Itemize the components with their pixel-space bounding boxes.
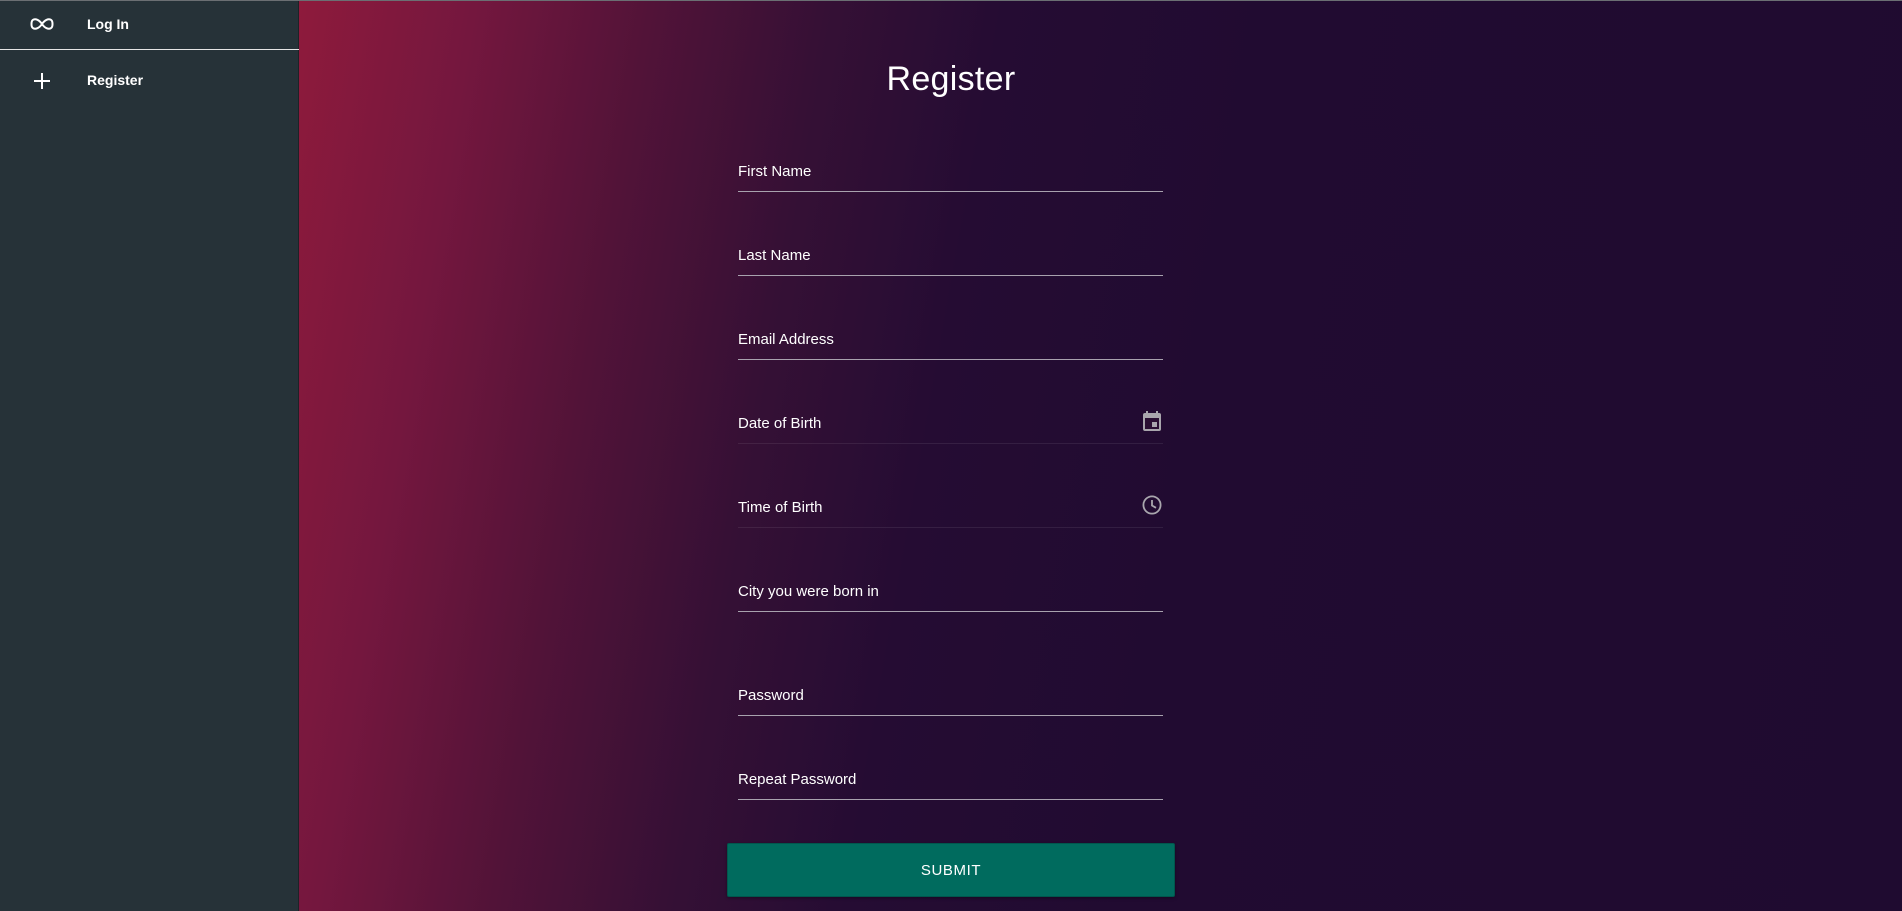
- field-underline: [738, 611, 1163, 612]
- time-of-birth-field[interactable]: Time of Birth: [738, 494, 1163, 528]
- first-name-field[interactable]: First Name: [738, 158, 1163, 192]
- last-name-field[interactable]: Last Name: [738, 242, 1163, 276]
- sidebar-item-log-in[interactable]: Log In: [0, 0, 298, 49]
- calendar-icon[interactable]: [1141, 410, 1163, 432]
- window-top-border: [0, 0, 1902, 1]
- field-underline: [738, 359, 1163, 360]
- repeat-password-label: Repeat Password: [738, 771, 857, 788]
- infinity-icon: [28, 10, 56, 38]
- plus-icon: [28, 67, 56, 95]
- email-label: Email Address: [738, 331, 834, 348]
- last-name-label: Last Name: [738, 247, 811, 264]
- password-field[interactable]: Password: [738, 682, 1163, 716]
- page-title: Register: [886, 60, 1016, 98]
- sidebar-item-label: Register: [87, 72, 144, 88]
- field-underline: [738, 799, 1163, 800]
- clock-icon[interactable]: [1141, 494, 1163, 516]
- field-underline: [738, 191, 1163, 192]
- field-underline: [738, 527, 1163, 528]
- field-underline: [738, 443, 1163, 444]
- sidebar: Log In Register: [0, 0, 299, 911]
- date-of-birth-field[interactable]: Date of Birth: [738, 410, 1163, 444]
- field-underline: [738, 275, 1163, 276]
- submit-button[interactable]: SUBMIT: [727, 843, 1175, 897]
- time-of-birth-label: Time of Birth: [738, 499, 823, 516]
- sidebar-item-label: Log In: [87, 16, 129, 32]
- email-field[interactable]: Email Address: [738, 326, 1163, 360]
- password-label: Password: [738, 687, 804, 704]
- first-name-label: First Name: [738, 163, 812, 180]
- repeat-password-field[interactable]: Repeat Password: [738, 766, 1163, 800]
- field-underline: [738, 715, 1163, 716]
- birth-city-field[interactable]: City you were born in: [738, 578, 1163, 612]
- birth-city-label: City you were born in: [738, 583, 879, 600]
- date-of-birth-label: Date of Birth: [738, 415, 822, 432]
- sidebar-item-register[interactable]: Register: [0, 50, 298, 107]
